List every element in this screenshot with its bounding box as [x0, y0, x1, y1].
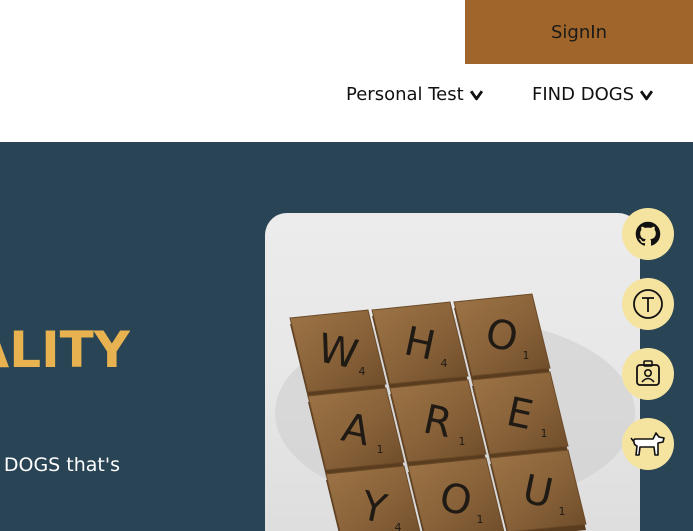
nav-item-find-dogs[interactable]: FIND DOGS [532, 84, 654, 105]
github-icon [635, 221, 661, 246]
tile-score: 4 [395, 521, 402, 531]
dog-icon [630, 432, 665, 456]
letter-t-icon [633, 289, 663, 319]
tile-score: 1 [559, 505, 566, 518]
tile-score: 1 [541, 427, 548, 440]
caret-down-icon [469, 90, 483, 101]
hero-text: DOGS that's [3, 454, 120, 476]
caret-down-icon [640, 90, 654, 101]
hero-section: ALITY DOGS that's W4H4O1A1R1E1Y4O1U1 [0, 142, 693, 531]
signin-button[interactable]: SignIn [465, 0, 693, 64]
tile-score: 1 [523, 349, 530, 362]
main-nav: Personal Test FIND DOGS [0, 84, 693, 112]
nav-item-label: FIND DOGS [532, 84, 635, 105]
personality-test-button[interactable] [622, 278, 674, 330]
id-badge-icon [636, 360, 660, 386]
nav-item-personal-test[interactable]: Personal Test [346, 84, 483, 105]
github-button[interactable] [622, 208, 674, 260]
nav-item-label: Personal Test [346, 84, 464, 105]
hero-image: W4H4O1A1R1E1Y4O1U1 [265, 213, 640, 531]
find-dogs-button[interactable] [622, 418, 674, 470]
tile-grid: W4H 4O 1A 1R 1E 1Y 4O 1U 1 [289, 293, 587, 531]
tile-score: 1 [377, 443, 384, 456]
tile-score: 4 [441, 357, 448, 370]
hero-title: ALITY [0, 321, 130, 379]
scrabble-tiles-image: W4H 4O 1A 1R 1E 1Y 4O 1U 1 [275, 293, 635, 531]
tile-score: 4 [359, 365, 366, 378]
tile-score: 1 [477, 513, 484, 526]
profile-button[interactable] [622, 348, 674, 400]
tile-score: 1 [459, 435, 466, 448]
